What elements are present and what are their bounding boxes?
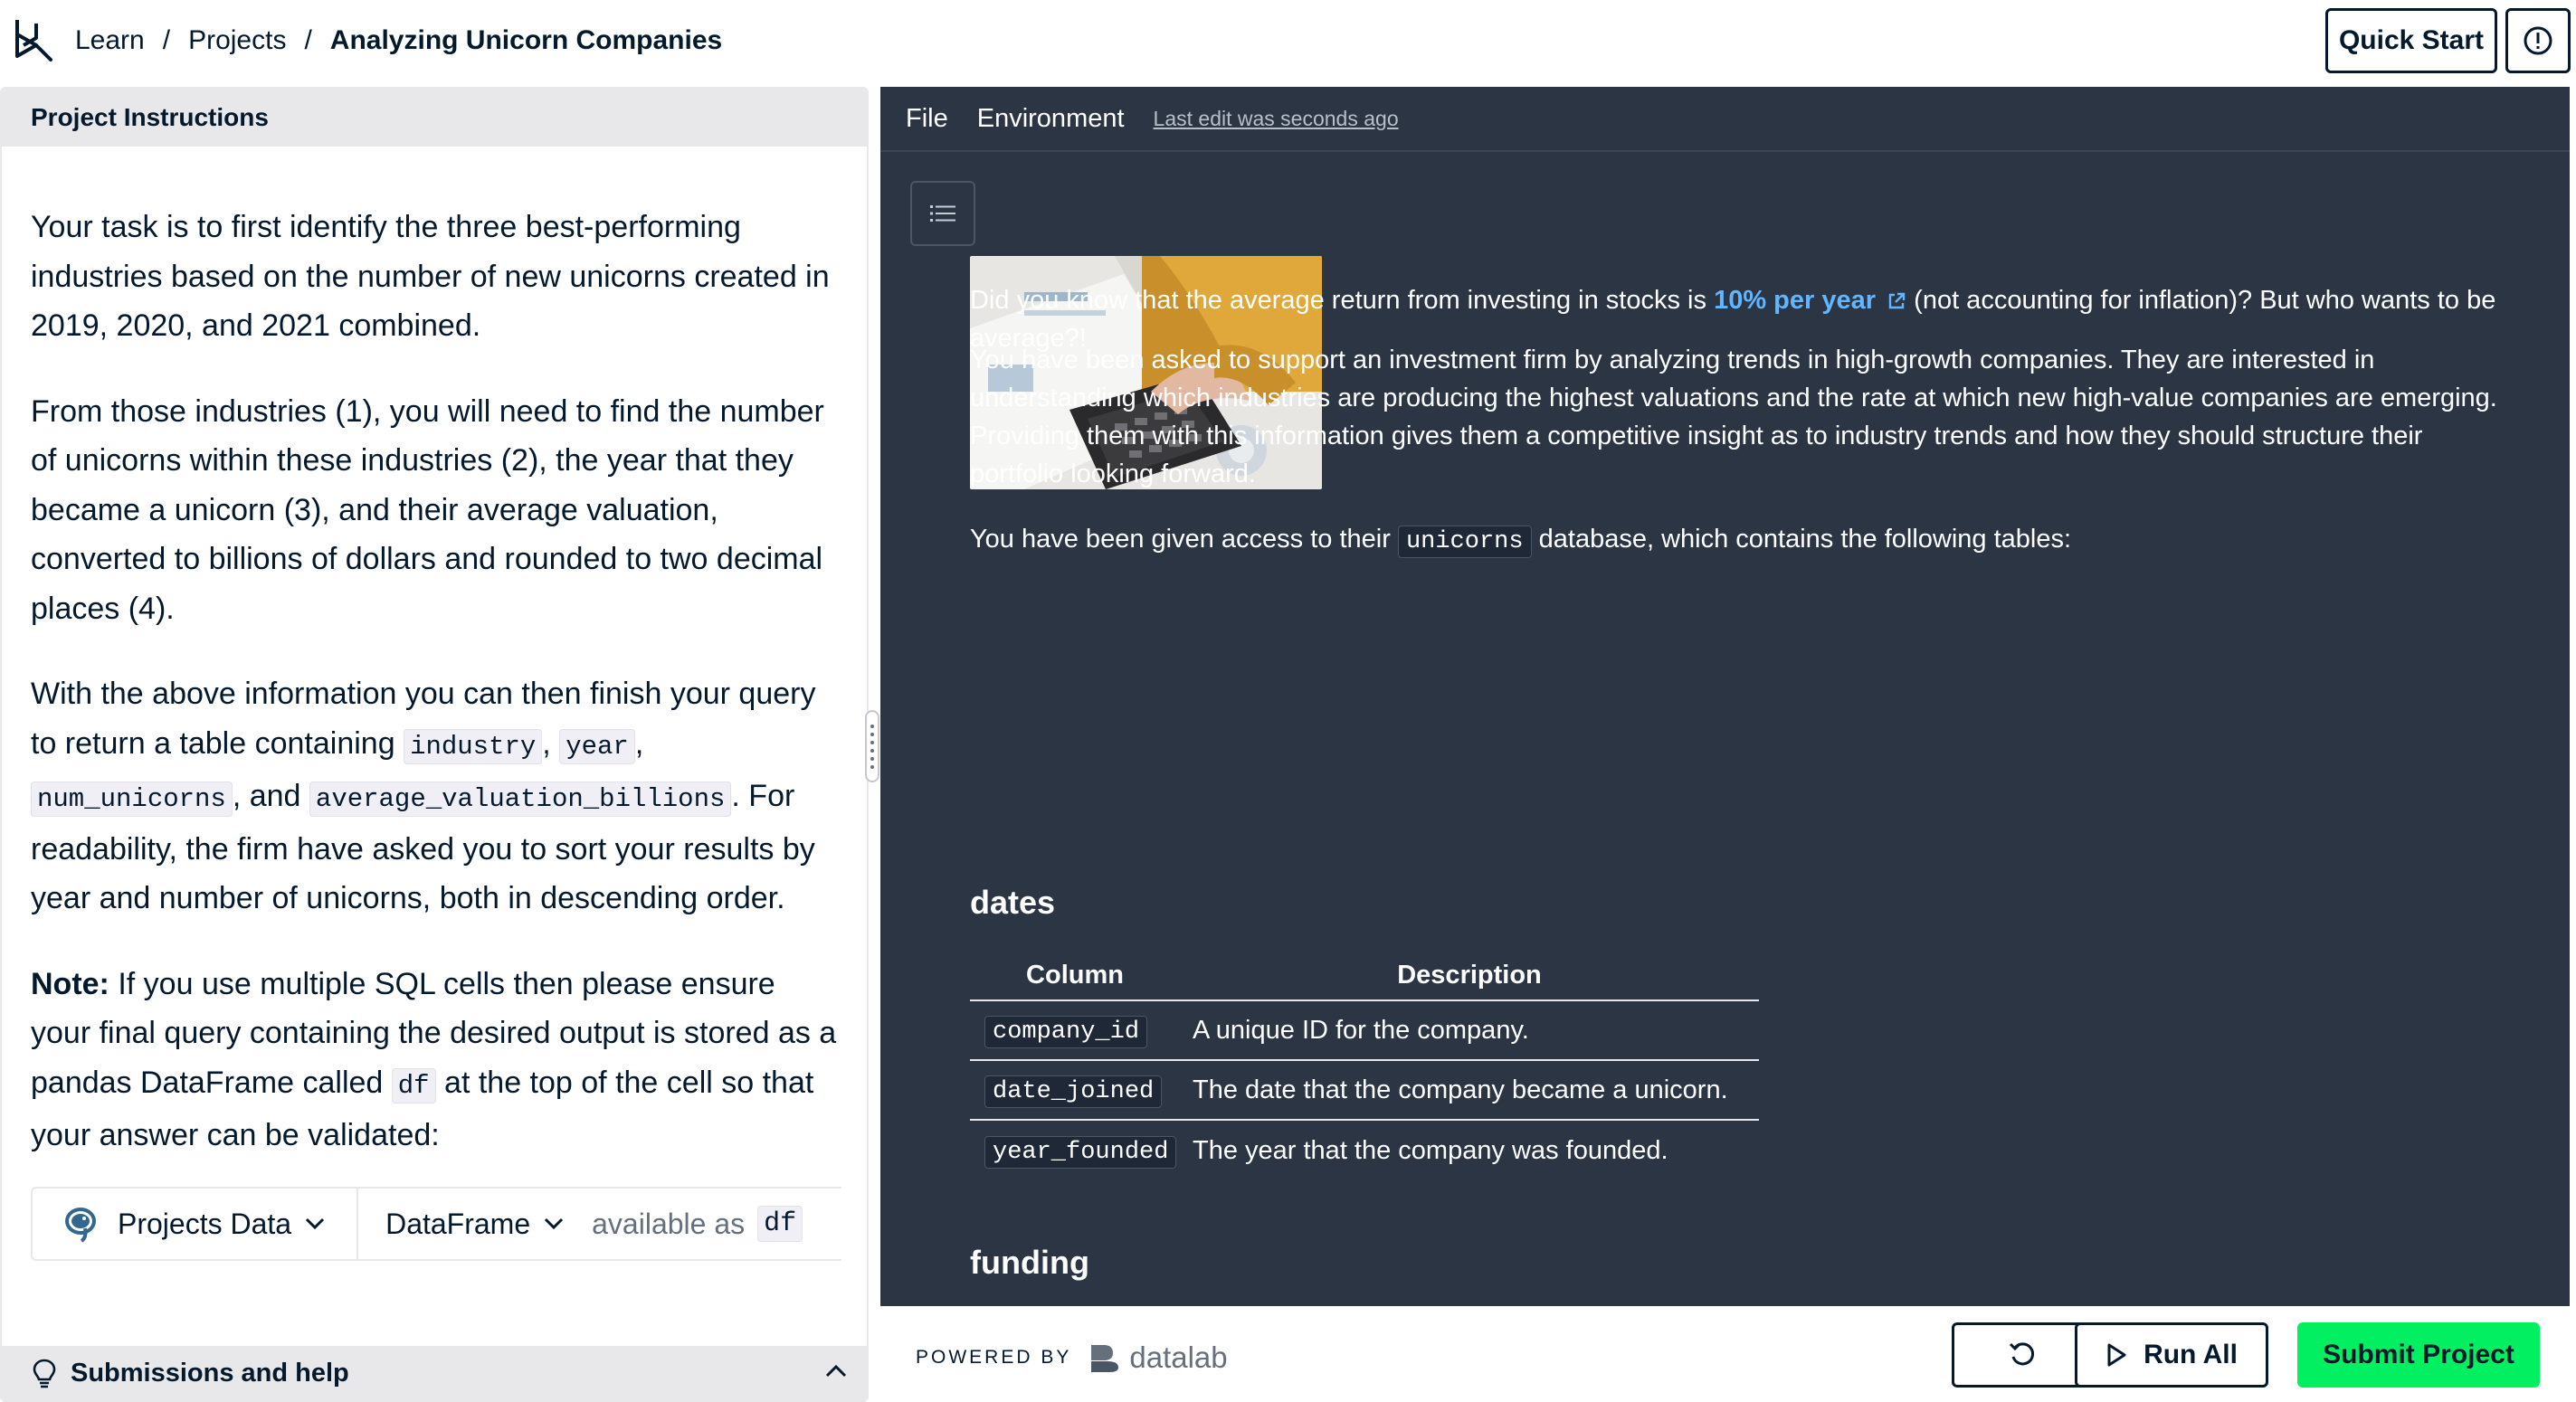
text-segment: database, which contains the following t… [1538,525,2072,554]
breadcrumb-current: Analyzing Unicorn Companies [329,25,723,55]
available-as-label: available as [592,1207,746,1240]
breadcrumb-projects[interactable]: Projects [188,24,286,58]
code-df: df [391,1067,436,1104]
list-icon [930,205,955,222]
undo-icon [2009,1342,2035,1366]
column-cell: year_founded [970,1135,1193,1169]
code-year: year [559,728,635,764]
funding-heading: funding [970,1244,1089,1281]
text-segment: , [634,725,644,761]
grip-dot [870,748,874,753]
dates-heading: dates [970,884,1056,921]
text-segment: You have been given access to their [970,525,1391,554]
table-row: year_founded The year that the company w… [970,1121,1759,1180]
external-link-icon [1888,292,1906,309]
submissions-help-label: Submissions and help [71,1358,349,1388]
run-all-button[interactable]: Run All [2075,1322,2268,1388]
datacamp-logo-icon[interactable] [13,16,54,63]
output-type-label: DataFrame [385,1207,531,1240]
column-cell: date_joined [970,1075,1193,1108]
description-cell: The year that the company was founded. [1193,1135,1668,1165]
powered-by-label: POWERED BY [916,1347,1072,1368]
sql-output-config: Projects Data DataFrame available as df [31,1187,841,1261]
instruction-paragraph: From those industries (1), you will need… [31,393,824,626]
datalab-wordmark: datalab [1129,1340,1228,1374]
column-name: year_founded [984,1136,1177,1169]
play-icon [2107,1343,2126,1367]
panel-title: Project Instructions [2,89,867,147]
context-paragraph: You have been asked to support an invest… [970,346,2497,488]
instruction-paragraph: With the above information you can then … [31,669,838,924]
datalab-brand: datalab [1088,1340,1228,1375]
database-paragraph: You have been given access to their unic… [970,520,2508,561]
menu-file[interactable]: File [906,104,948,134]
postgres-elephant-icon [65,1208,96,1243]
output-type-dropdown[interactable]: DataFrame available as df [358,1189,803,1259]
grip-dot [870,740,874,744]
chevron-down-icon [306,1217,325,1230]
dataframe-name[interactable]: df [757,1206,803,1242]
breadcrumb-separator: / [304,25,312,55]
grip-dot [870,724,874,728]
run-all-label: Run All [2143,1340,2238,1369]
breadcrumb: Learn / Projects / Analyzing Unicorn Com… [75,24,722,58]
description-cell: A unique ID for the company. [1193,1015,1529,1045]
chevron-up-icon[interactable] [823,1359,849,1384]
info-button[interactable] [2505,8,2571,73]
text-segment: , and [232,779,301,813]
breadcrumb-learn[interactable]: Learn [75,24,145,58]
lightbulb-icon [33,1359,56,1388]
panel-resize-handle[interactable] [865,710,879,782]
grip-dot [870,764,874,769]
last-edit-link[interactable]: Last edit was seconds ago [1154,107,1399,131]
text-segment: , [542,725,551,761]
description-cell: The date that the company became a unico… [1193,1075,1728,1104]
instructions-body: Your task is to first identify the three… [2,147,867,1160]
code-num-unicorns: num_unicorns [31,782,233,817]
grip-dot [870,732,874,736]
data-source-label: Projects Data [118,1207,292,1240]
code-industry: industry [404,728,543,764]
note-label: Note: [31,966,109,1001]
text-segment: Did you know that the average return fro… [970,286,1706,315]
code-unicorns: unicorns [1397,526,1532,558]
submit-project-button[interactable]: Submit Project [2297,1322,2540,1388]
notebook-action-bar: POWERED BY datalab Run All Submit Projec… [880,1306,2570,1402]
datalab-logo-icon [1091,1345,1119,1372]
returns-link[interactable]: 10% per year [1714,286,1914,315]
description-header: Description [1397,960,1542,990]
dates-table: Column Description company_id A unique I… [970,951,1759,1180]
table-row: date_joined The date that the company be… [970,1061,1759,1121]
alert-circle-icon [2524,26,2552,55]
column-header: Column [1026,960,1124,990]
column-name: date_joined [984,1075,1163,1108]
menu-environment[interactable]: Environment [977,104,1125,134]
powered-by: POWERED BY datalab [916,1340,1228,1375]
reset-button[interactable] [1952,1322,2093,1388]
instruction-paragraph: Your task is to first identify the three… [31,210,830,343]
column-name: company_id [984,1016,1148,1048]
code-average-valuation: average_valuation_billions [309,782,732,817]
grip-dot [870,756,874,761]
top-bar: Learn / Projects / Analyzing Unicorn Com… [0,0,2576,81]
table-header-row: Column Description [970,951,1759,1001]
quick-start-button[interactable]: Quick Start [2325,8,2497,73]
breadcrumb-separator: / [162,25,171,55]
chevron-down-icon [545,1217,564,1230]
notebook-menu-bar: File Environment Last edit was seconds a… [880,87,2570,152]
submissions-help-bar[interactable]: Submissions and help [2,1346,867,1400]
table-of-contents-button[interactable] [910,181,975,246]
note-paragraph: Note: If you use multiple SQL cells then… [31,960,838,1160]
link-text: 10% per year [1714,286,1877,315]
table-row: company_id A unique ID for the company. [970,1001,1759,1061]
notebook-panel: File Environment Last edit was seconds a… [880,87,2570,1402]
instructions-panel: Project Instructions Your task is to fir… [0,87,869,1402]
column-cell: company_id [970,1015,1193,1048]
data-source-dropdown[interactable]: Projects Data [33,1189,359,1259]
